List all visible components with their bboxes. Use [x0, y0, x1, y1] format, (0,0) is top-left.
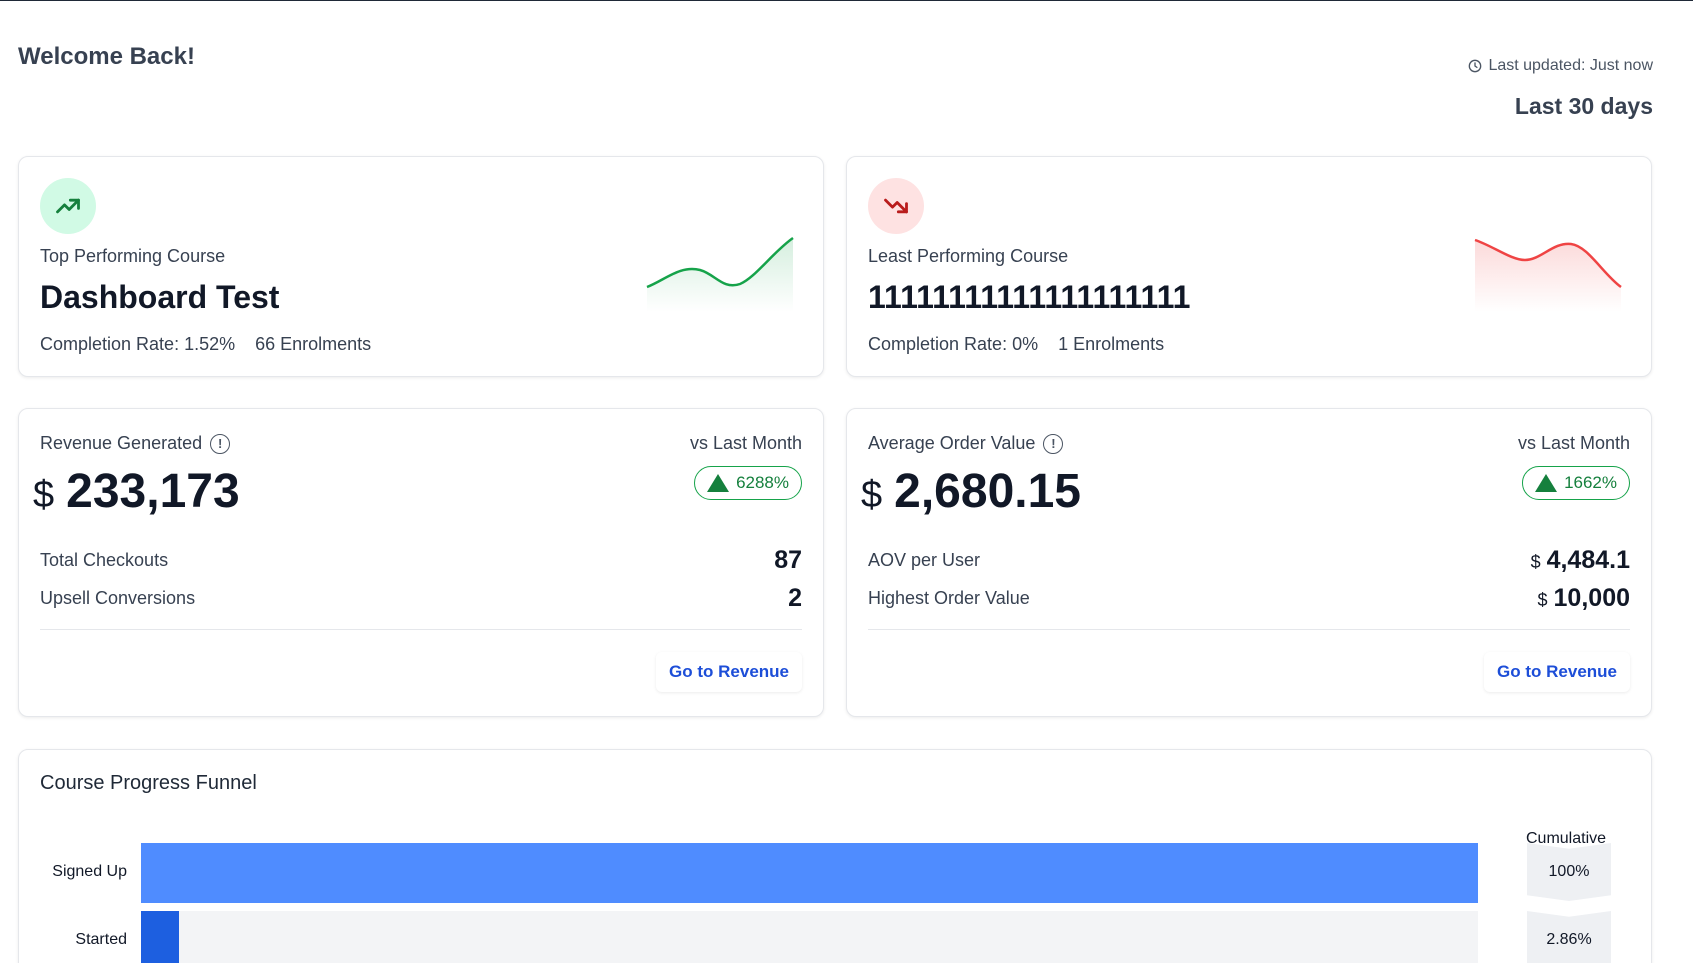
value-number: 10,000	[1553, 584, 1630, 612]
row-key: Total Checkouts	[40, 550, 169, 570]
course-stats: Completion Rate: 0% 1 Enrolments	[868, 334, 1164, 355]
funnel-stage-label: Started	[75, 931, 127, 948]
welcome-heading: Welcome Back!	[18, 43, 195, 70]
date-range-selector[interactable]: Last 30 days	[1515, 93, 1653, 120]
vs-last-month: vs Last Month	[689, 433, 802, 453]
funnel-stage-label: Signed Up	[52, 863, 127, 880]
row-value: $ 10,000	[1538, 584, 1630, 613]
metric-title: Average Order Value	[868, 433, 1036, 453]
funnel-title: Course Progress Funnel	[40, 772, 257, 794]
course-progress-funnel-card: Course Progress Funnel Cumulative Signed…	[18, 749, 1652, 963]
divider	[40, 629, 802, 630]
vs-last-month: vs Last Month	[1517, 433, 1630, 453]
clock-icon	[1469, 59, 1482, 73]
trending-down-badge	[868, 178, 924, 234]
row-value: $ 4,484.1	[1531, 546, 1630, 575]
funnel-track	[141, 843, 1478, 903]
row-value: 2	[788, 584, 802, 612]
metric-title: Revenue Generated	[40, 433, 203, 453]
value-number: 4,484.1	[1546, 546, 1630, 574]
trending-down-icon	[884, 198, 908, 214]
triangle-up-icon	[707, 474, 730, 492]
course-name: 11111111111111111111	[868, 279, 1191, 315]
go-to-revenue-button[interactable]: Go to Revenue	[1484, 652, 1630, 692]
aov-value: $ 2,680.15	[861, 464, 1081, 519]
revenue-card: Revenue Generated ! vs Last Month 6288% …	[18, 408, 824, 717]
currency-symbol: $	[33, 474, 55, 516]
info-icon[interactable]: !	[1043, 433, 1064, 454]
change-badge: 6288%	[694, 466, 802, 500]
funnel-bar[interactable]	[141, 843, 1478, 903]
row-key: Upsell Conversions	[40, 588, 196, 608]
triangle-up-icon	[1535, 474, 1558, 492]
funnel-cumulative: 100%	[1527, 843, 1611, 901]
change-value: 1662%	[1564, 473, 1617, 492]
currency-symbol: $	[1530, 552, 1541, 572]
revenue-label: Revenue Generated !	[40, 433, 231, 454]
course-label: Least Performing Course	[868, 246, 1069, 266]
row-key: AOV per User	[868, 550, 981, 570]
revenue-value: $ 233,173	[33, 464, 240, 519]
dashboard-page: Welcome Back! Last updated: Just now Las…	[0, 0, 1693, 963]
enrolments: 66 Enrolments	[255, 334, 372, 354]
currency-symbol: $	[861, 474, 883, 516]
metric-row: Highest Order Value $ 10,000	[868, 584, 1630, 613]
metric-row: Upsell Conversions 2	[40, 584, 802, 613]
top-performing-card: Top Performing Course Dashboard Test Com…	[18, 156, 824, 377]
change-badge: 1662%	[1522, 466, 1630, 500]
metric-row: Total Checkouts 87	[40, 546, 802, 575]
metric-value: 233,173	[66, 465, 240, 518]
top-course-sparkline	[646, 236, 794, 312]
last-updated-text: Last updated: Just now	[1488, 57, 1653, 74]
funnel-cumulative: 2.86%	[1527, 911, 1611, 963]
aov-label: Average Order Value !	[868, 433, 1064, 454]
funnel-row-started: Started 2.86%	[19, 911, 1651, 963]
course-label: Top Performing Course	[40, 246, 226, 266]
aov-card: Average Order Value ! vs Last Month 1662…	[846, 408, 1652, 717]
last-updated: Last updated: Just now	[1468, 57, 1653, 75]
trending-up-icon	[56, 198, 80, 214]
enrolments: 1 Enrolments	[1058, 334, 1165, 354]
change-value: 6288%	[736, 473, 789, 492]
completion-rate: Completion Rate: 1.52%	[40, 334, 236, 354]
currency-symbol: $	[1537, 590, 1548, 610]
info-icon[interactable]: !	[210, 433, 231, 454]
row-value: 87	[774, 546, 802, 574]
funnel-row-signed-up: Signed Up 100%	[19, 843, 1651, 903]
trending-up-badge	[40, 178, 96, 234]
least-course-sparkline	[1474, 238, 1622, 312]
completion-rate: Completion Rate: 0%	[868, 334, 1039, 354]
course-stats: Completion Rate: 1.52% 66 Enrolments	[40, 334, 371, 355]
divider	[868, 629, 1630, 630]
metric-row: AOV per User $ 4,484.1	[868, 546, 1630, 575]
least-performing-card: Least Performing Course 1111111111111111…	[846, 156, 1652, 377]
funnel-track	[141, 911, 1478, 963]
go-to-revenue-button[interactable]: Go to Revenue	[656, 652, 802, 692]
row-key: Highest Order Value	[868, 588, 1030, 608]
funnel-bar[interactable]	[141, 911, 180, 963]
metric-value: 2,680.15	[894, 465, 1081, 518]
course-name: Dashboard Test	[40, 279, 280, 315]
